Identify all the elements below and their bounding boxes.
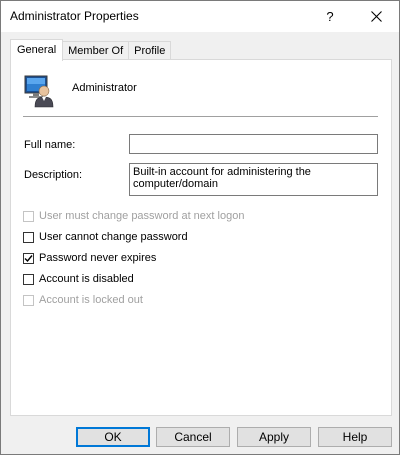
tab-member-of[interactable]: Member Of bbox=[62, 41, 130, 60]
ok-button[interactable]: OK bbox=[76, 427, 150, 447]
properties-dialog: Administrator Properties ? General Membe… bbox=[0, 0, 400, 455]
tab-general[interactable]: General bbox=[10, 39, 64, 61]
password-never-expires-label[interactable]: Password never expires bbox=[39, 252, 156, 264]
description-input[interactable]: Built-in account for administering the c… bbox=[129, 163, 378, 196]
user-name: Administrator bbox=[72, 82, 137, 94]
tab-strip: General Member Of Profile bbox=[10, 39, 172, 61]
must-change-password-label: User must change password at next logon bbox=[39, 210, 245, 222]
cannot-change-password-checkbox[interactable] bbox=[23, 231, 34, 243]
apply-button[interactable]: Apply bbox=[237, 427, 311, 447]
help-button[interactable]: Help bbox=[318, 427, 392, 447]
password-never-expires-checkbox[interactable] bbox=[23, 252, 34, 264]
full-name-label: Full name: bbox=[24, 139, 76, 151]
full-name-input[interactable] bbox=[129, 134, 378, 154]
option-account-locked-out: Account is locked out bbox=[23, 294, 143, 306]
close-title-button[interactable] bbox=[361, 5, 391, 27]
description-label: Description: bbox=[24, 169, 83, 181]
user-computer-icon bbox=[24, 75, 54, 108]
tab-profile[interactable]: Profile bbox=[128, 41, 172, 60]
cancel-button[interactable]: Cancel bbox=[156, 427, 230, 447]
account-locked-out-checkbox[interactable] bbox=[23, 294, 34, 306]
general-tab-panel: Administrator Full name: Description: Bu… bbox=[10, 59, 392, 416]
account-disabled-label[interactable]: Account is disabled bbox=[39, 273, 134, 285]
title-bar: Administrator Properties ? bbox=[1, 1, 399, 32]
option-cannot-change-password[interactable]: User cannot change password bbox=[23, 231, 188, 243]
account-disabled-checkbox[interactable] bbox=[23, 273, 34, 285]
cannot-change-password-label[interactable]: User cannot change password bbox=[39, 231, 188, 243]
help-title-button[interactable]: ? bbox=[315, 5, 345, 27]
account-locked-out-label: Account is locked out bbox=[39, 294, 143, 306]
option-password-never-expires[interactable]: Password never expires bbox=[23, 252, 156, 264]
option-account-disabled[interactable]: Account is disabled bbox=[23, 273, 134, 285]
window-title: Administrator Properties bbox=[10, 9, 139, 23]
close-icon bbox=[370, 10, 382, 22]
must-change-password-checkbox[interactable] bbox=[23, 210, 34, 222]
option-must-change-password: User must change password at next logon bbox=[23, 210, 244, 222]
checkmark-icon bbox=[24, 254, 33, 262]
separator bbox=[23, 116, 378, 117]
